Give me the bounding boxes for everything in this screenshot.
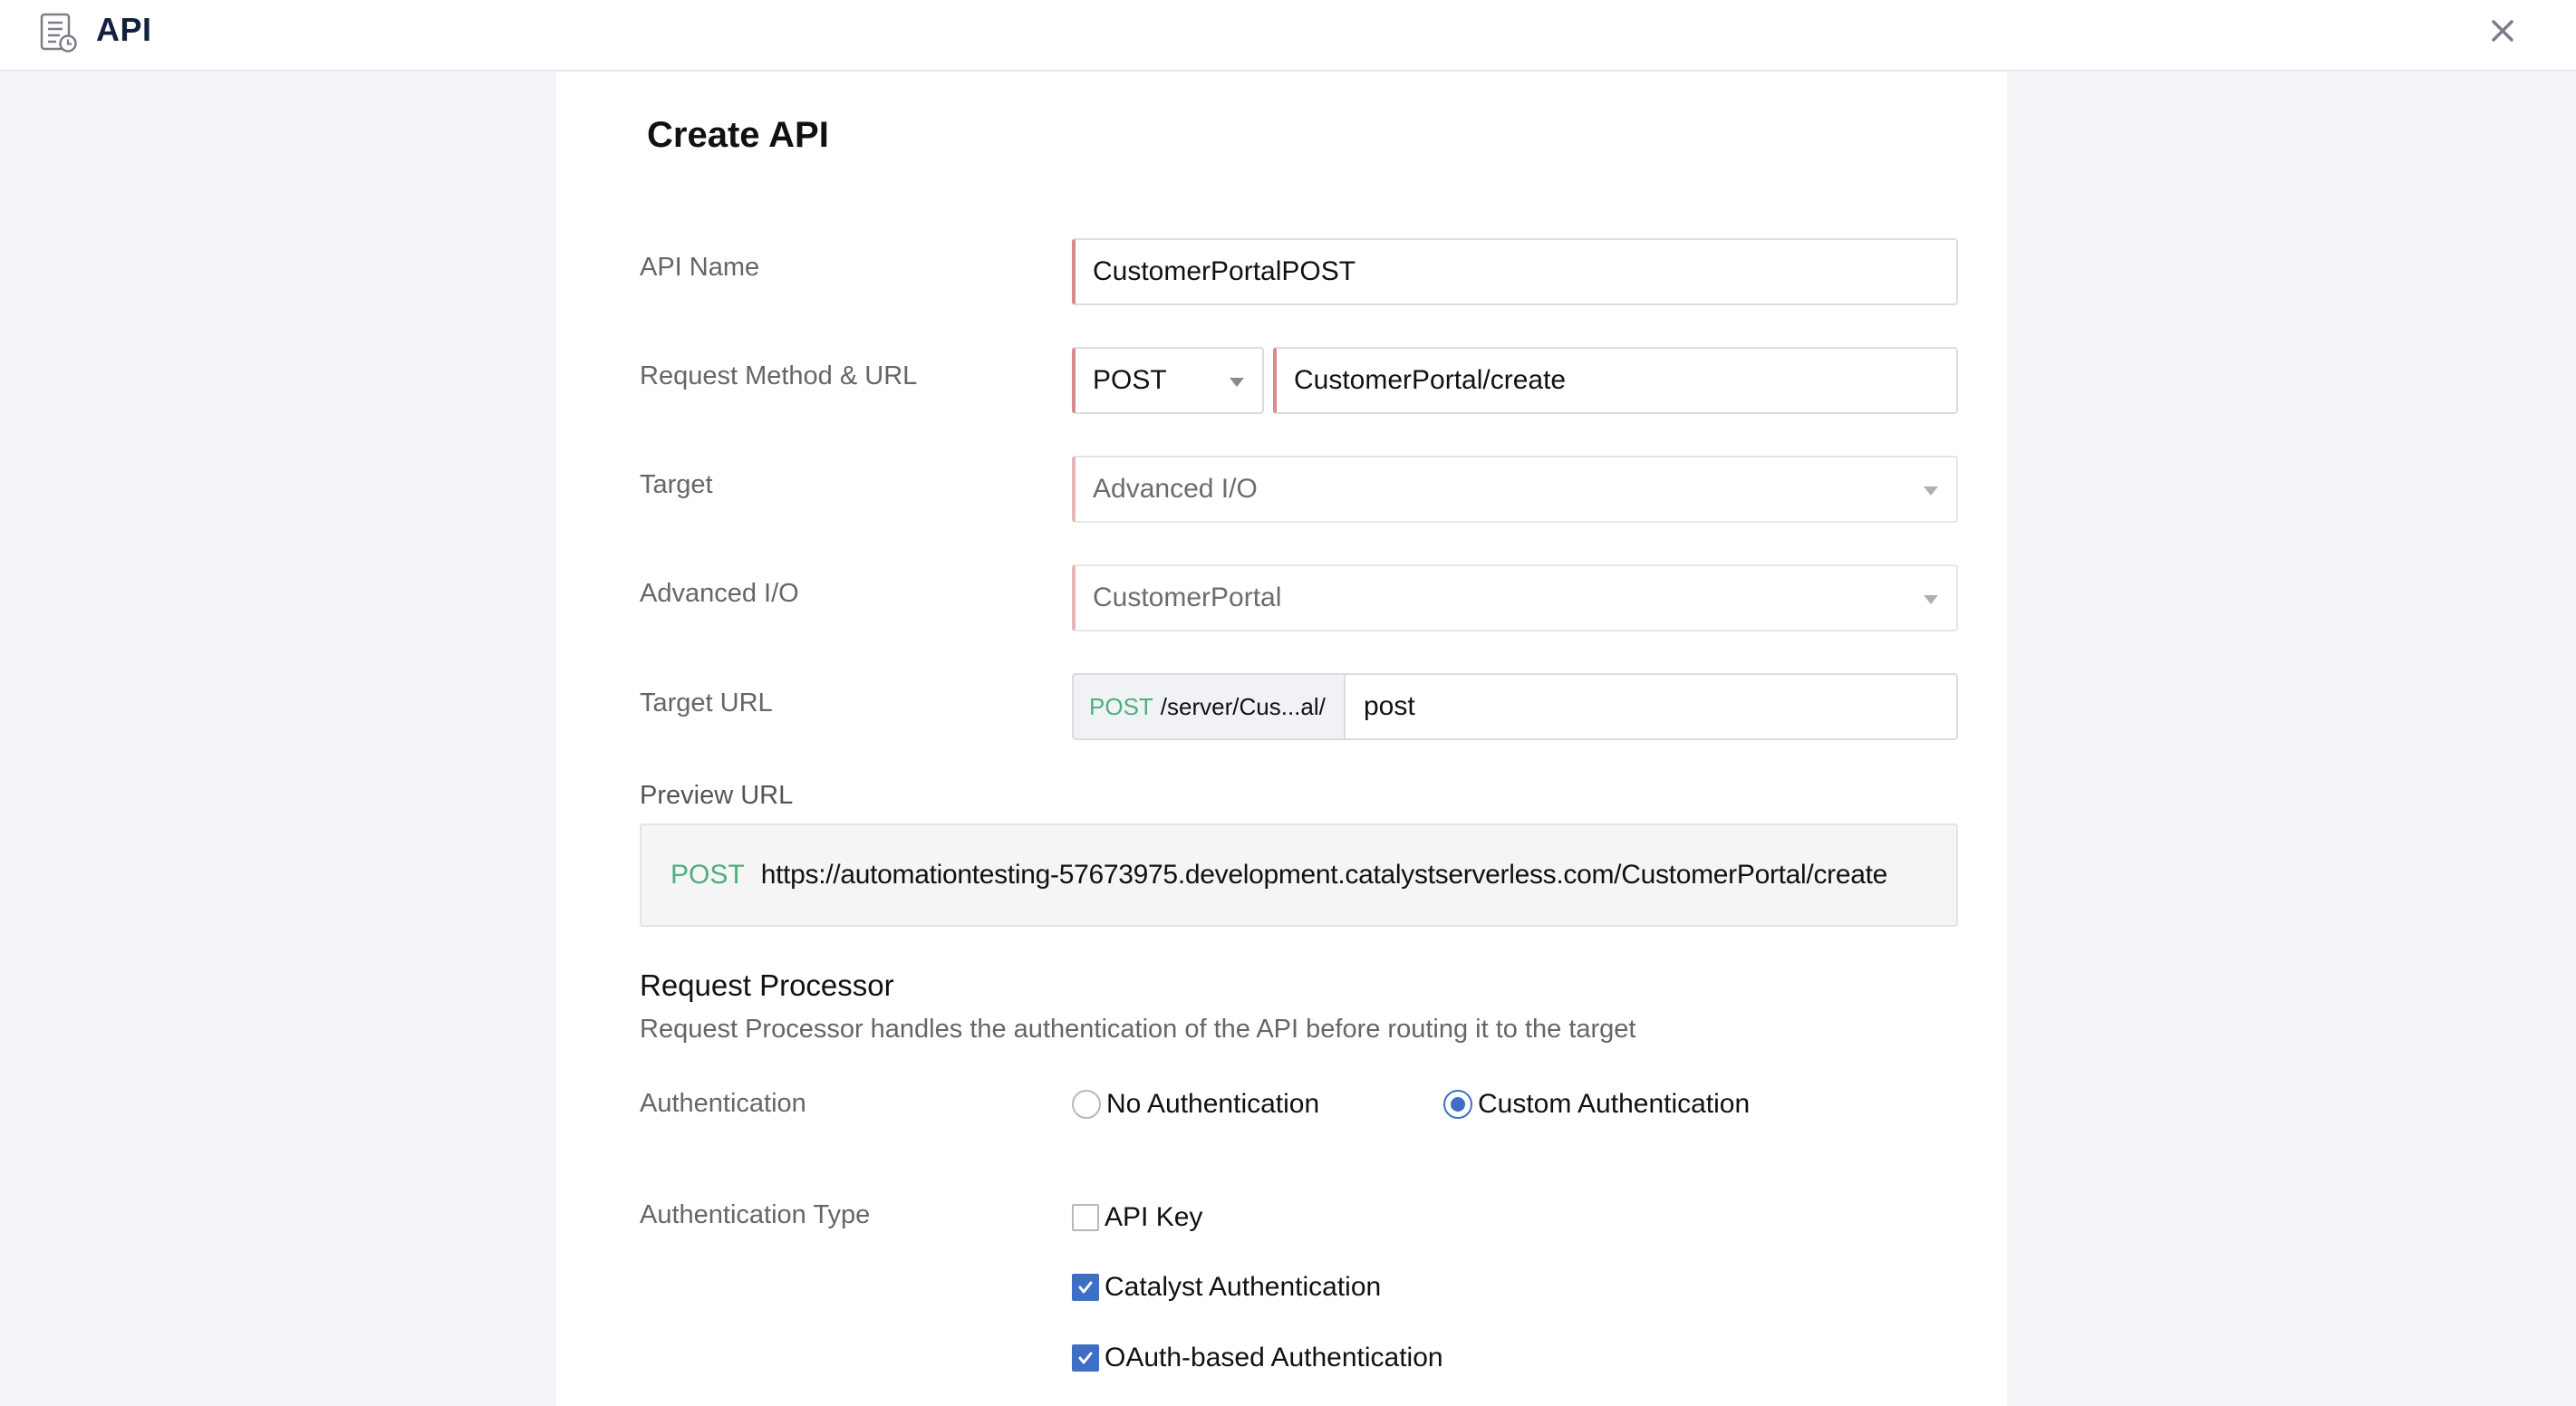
advanced-io-label: Advanced I/O	[640, 579, 799, 608]
api-name-label: API Name	[640, 253, 760, 282]
target-url-label: Target URL	[640, 689, 773, 717]
checkbox-catalyst-authentication[interactable]: Catalyst Authentication	[1072, 1272, 1381, 1303]
checkbox-unchecked-icon	[1072, 1204, 1099, 1231]
target-url-method: POST	[1089, 692, 1153, 720]
page-title: Create API	[647, 115, 829, 155]
advanced-io-select[interactable]: CustomerPortal	[1072, 564, 1958, 631]
request-url-input[interactable]: CustomerPortal/create	[1273, 347, 1958, 414]
chevron-down-icon	[1924, 595, 1938, 604]
chevron-down-icon	[1230, 378, 1244, 387]
target-url-field: POST /server/Cus...al/ post	[1072, 673, 1958, 740]
checkmark-icon	[1072, 1344, 1099, 1372]
radio-label: Custom Authentication	[1478, 1089, 1751, 1119]
target-url-input[interactable]: post	[1346, 675, 1956, 738]
request-method-select[interactable]: POST	[1072, 347, 1264, 414]
api-document-clock-icon	[40, 13, 77, 53]
radio-no-authentication[interactable]: No Authentication	[1072, 1089, 1319, 1120]
preview-url-value: https://automationtesting-57673975.devel…	[760, 860, 1888, 890]
target-url-path: /server/Cus...al/	[1160, 692, 1326, 720]
request-method-value: POST	[1093, 365, 1167, 395]
checkbox-label: OAuth-based Authentication	[1105, 1343, 1443, 1372]
authentication-label: Authentication	[640, 1089, 806, 1118]
request-method-url-label: Request Method & URL	[640, 361, 918, 390]
radio-custom-authentication[interactable]: Custom Authentication	[1443, 1089, 1750, 1120]
checkbox-api-key[interactable]: API Key	[1072, 1202, 1202, 1233]
api-name-value: CustomerPortalPOST	[1093, 256, 1356, 286]
target-url-value: post	[1364, 691, 1415, 721]
target-url-prefix: POST /server/Cus...al/	[1074, 675, 1346, 738]
radio-label: No Authentication	[1106, 1089, 1320, 1119]
checkbox-label: API Key	[1105, 1202, 1203, 1232]
target-value: Advanced I/O	[1093, 474, 1258, 504]
radio-checked-icon	[1443, 1090, 1472, 1119]
checkmark-icon	[1072, 1274, 1099, 1301]
request-processor-heading: Request Processor	[640, 968, 894, 1002]
close-icon[interactable]	[2488, 16, 2517, 45]
create-api-form: Create API API Name CustomerPortalPOST R…	[556, 72, 2007, 1406]
app-title: API	[96, 11, 152, 48]
advanced-io-value: CustomerPortal	[1093, 583, 1282, 612]
checkbox-label: Catalyst Authentication	[1105, 1272, 1382, 1302]
preview-url-method: POST	[671, 860, 745, 890]
top-bar: API	[0, 0, 2576, 72]
api-name-input[interactable]: CustomerPortalPOST	[1072, 238, 1958, 305]
preview-url-box: POST https://automationtesting-57673975.…	[640, 823, 1958, 927]
target-select[interactable]: Advanced I/O	[1072, 456, 1958, 523]
request-processor-description: Request Processor handles the authentica…	[640, 1015, 1636, 1044]
radio-unchecked-icon	[1072, 1090, 1101, 1119]
request-url-value: CustomerPortal/create	[1294, 365, 1567, 395]
authentication-type-label: Authentication Type	[640, 1200, 871, 1229]
chevron-down-icon	[1924, 486, 1938, 496]
checkbox-oauth-authentication[interactable]: OAuth-based Authentication	[1072, 1343, 1443, 1373]
preview-url-label: Preview URL	[640, 781, 794, 810]
target-label: Target	[640, 470, 713, 499]
